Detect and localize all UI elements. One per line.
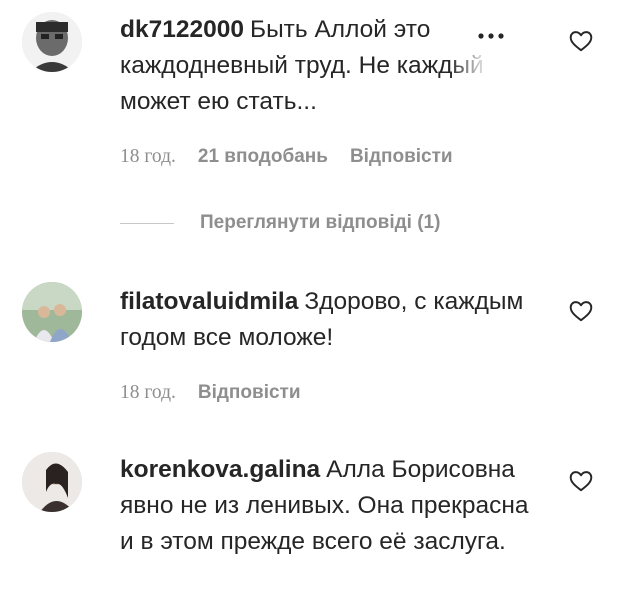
heart-outline-icon[interactable] bbox=[568, 298, 594, 324]
heart-outline-icon[interactable] bbox=[568, 28, 594, 54]
avatar[interactable] bbox=[22, 12, 82, 72]
avatar[interactable] bbox=[22, 282, 82, 342]
username-link[interactable]: dk7122000 bbox=[120, 16, 244, 43]
comment-meta: 18 год. Відповісти bbox=[120, 382, 301, 404]
view-replies-button[interactable]: Переглянути відповіді (1) bbox=[120, 212, 440, 234]
comment-body-faded: ждый bbox=[421, 52, 484, 79]
avatar[interactable] bbox=[22, 452, 82, 512]
divider-line bbox=[120, 222, 174, 224]
view-replies-label: Переглянути відповіді (1) bbox=[200, 212, 441, 233]
comment-text: filatovaluidmila Здорово, с каждым годом … bbox=[120, 284, 540, 356]
comment-text: korenkova.galina Алла Борисовна явно не и… bbox=[120, 452, 540, 560]
username-link[interactable]: filatovaluidmila bbox=[120, 288, 298, 315]
timestamp[interactable]: 18 год. bbox=[120, 146, 176, 168]
comment-meta: 18 год. 21 вподобань Відповісти bbox=[120, 146, 453, 168]
comment-body-end: может ею стать... bbox=[120, 88, 317, 115]
username-link[interactable]: korenkova.galina bbox=[120, 456, 320, 483]
heart-outline-icon[interactable] bbox=[568, 468, 594, 494]
timestamp[interactable]: 18 год. bbox=[120, 382, 176, 404]
likes-count[interactable]: 21 вподобань bbox=[198, 146, 328, 168]
reply-button[interactable]: Відповісти bbox=[198, 382, 301, 404]
reply-button[interactable]: Відповісти bbox=[350, 146, 453, 168]
more-dots-icon[interactable] bbox=[476, 28, 506, 39]
